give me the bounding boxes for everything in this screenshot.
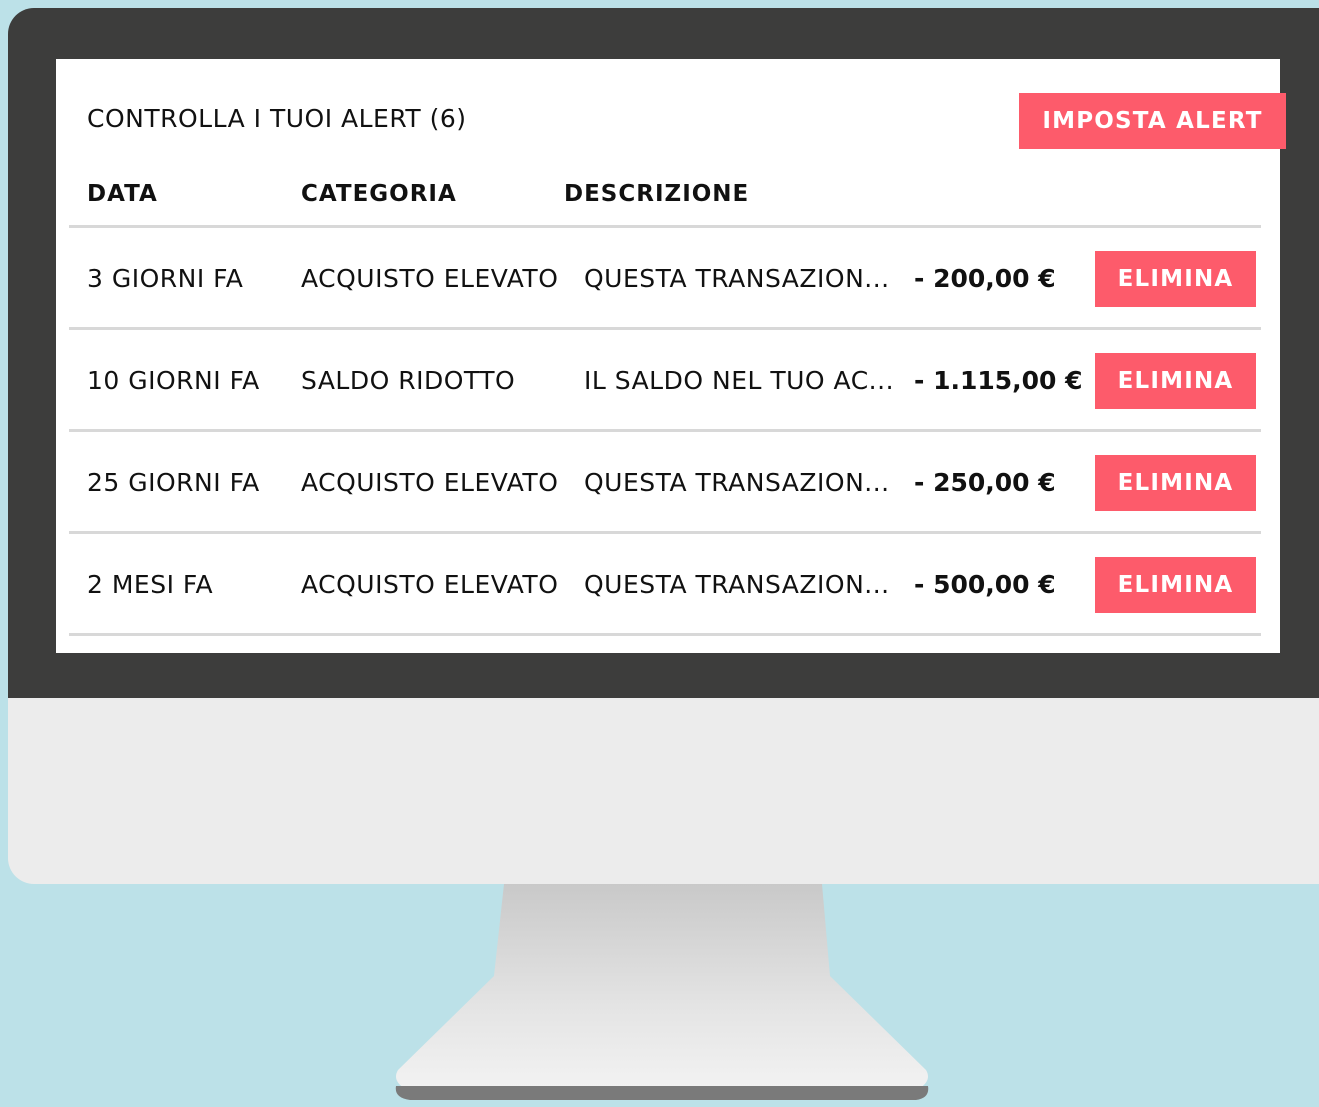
monitor-stand — [395, 884, 929, 1100]
row-description: QUESTA TRANSAZION... — [584, 570, 890, 599]
column-header-description: DESCRIZIONE — [564, 181, 750, 207]
table-row: 10 GIORNI FA SALDO RIDOTTO IL SALDO NEL … — [69, 327, 1261, 429]
app-screen: CONTROLLA I TUOI ALERT (6) IMPOSTA ALERT… — [56, 59, 1286, 653]
illustration-scene: CONTROLLA I TUOI ALERT (6) IMPOSTA ALERT… — [0, 0, 1319, 1107]
delete-button[interactable]: ELIMINA — [1095, 455, 1256, 511]
row-date: 25 GIORNI FA — [87, 468, 260, 497]
delete-button[interactable]: ELIMINA — [1095, 557, 1256, 613]
alerts-header: CONTROLLA I TUOI ALERT (6) IMPOSTA ALERT — [87, 59, 1286, 187]
row-date: 10 GIORNI FA — [87, 366, 260, 395]
page-title: CONTROLLA I TUOI ALERT (6) — [87, 104, 467, 133]
delete-button[interactable]: ELIMINA — [1095, 251, 1256, 307]
alerts-table: 3 GIORNI FA ACQUISTO ELEVATO QUESTA TRAN… — [69, 225, 1261, 636]
row-description: IL SALDO NEL TUO AC... — [584, 366, 895, 395]
row-date: 3 GIORNI FA — [87, 264, 244, 293]
monitor-chin — [8, 698, 1319, 884]
row-category: SALDO RIDOTTO — [301, 366, 516, 395]
row-amount: - 1.115,00 € — [914, 366, 1083, 395]
table-row: 3 GIORNI FA ACQUISTO ELEVATO QUESTA TRAN… — [69, 225, 1261, 327]
column-header-category: CATEGORIA — [301, 181, 457, 207]
table-row: 2 MESI FA ACQUISTO ELEVATO QUESTA TRANSA… — [69, 531, 1261, 636]
row-amount: - 500,00 € — [914, 570, 1056, 599]
row-amount: - 250,00 € — [914, 468, 1056, 497]
row-category: ACQUISTO ELEVATO — [301, 468, 559, 497]
set-alert-button[interactable]: IMPOSTA ALERT — [1019, 93, 1286, 149]
row-category: ACQUISTO ELEVATO — [301, 570, 559, 599]
row-date: 2 MESI FA — [87, 570, 214, 599]
table-row: 25 GIORNI FA ACQUISTO ELEVATO QUESTA TRA… — [69, 429, 1261, 531]
row-amount: - 200,00 € — [914, 264, 1056, 293]
row-description: QUESTA TRANSAZION... — [584, 264, 890, 293]
row-description: QUESTA TRANSAZION... — [584, 468, 890, 497]
table-header: DATA CATEGORIA DESCRIZIONE — [87, 177, 1255, 217]
column-header-date: DATA — [87, 181, 158, 207]
delete-button[interactable]: ELIMINA — [1095, 353, 1256, 409]
row-category: ACQUISTO ELEVATO — [301, 264, 559, 293]
